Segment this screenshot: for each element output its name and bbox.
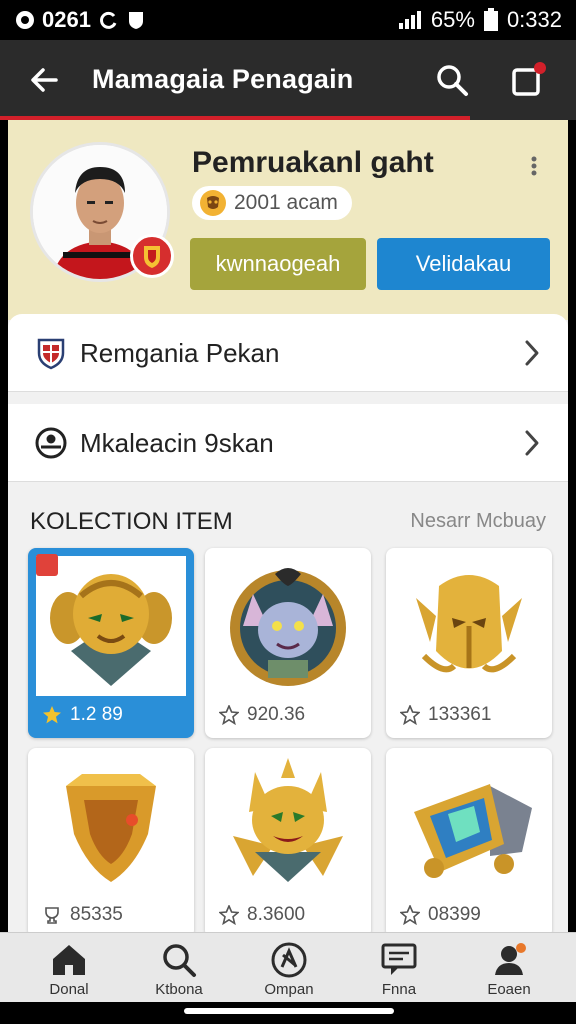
item-value: 920.36 [247,704,306,725]
coin-icon [200,190,226,216]
profile-name: Pemruakanl gaht [192,146,434,179]
golden-shield-image [36,756,186,896]
item-value: 1.2 89 [70,704,123,725]
home-icon [53,945,85,975]
chevron-right-icon [525,340,539,366]
item-value: 133361 [428,704,492,725]
collection-see-more-link[interactable]: Nesarr Mcbuay [410,510,546,533]
chat-icon [381,943,417,975]
collection-title: KOLECTION ITEM [30,508,233,535]
purple-cat-badge-image [213,556,363,696]
star-icon [400,705,420,725]
bottom-nav: Donal Ktbona Ompan Fnna Eoaen [0,932,576,1002]
item-value: 8.3600 [247,904,306,925]
golden-horned-helmet-image [394,556,544,696]
primary-action-button[interactable]: kwnnaogeah [190,238,366,290]
nav-search[interactable]: Ktbona [124,941,234,998]
golden-robot-mask-image [36,556,186,696]
points-badge: 2001 acam [192,186,352,220]
menu-row-label: Mkaleacin 9skan [80,428,274,458]
page-title: Mamagaia Penagain [92,64,354,94]
club-emblem-icon [130,234,174,278]
nav-label: Ktbona [155,981,203,998]
app-bar: Mamagaia Penagain [0,40,576,120]
item-value: 08399 [428,904,481,925]
shield-status-icon [128,12,143,29]
nav-label: Fnna [381,981,417,998]
nav-home[interactable]: Donal [14,941,124,998]
nav-profile[interactable]: Eoaen [454,941,564,998]
search-icon[interactable] [434,62,470,98]
signal-icon [398,11,421,29]
collection-item[interactable]: 1.2 89 [28,548,194,738]
star-icon [400,905,420,925]
item-value: 85335 [70,904,123,925]
gem-cannon-image [394,756,544,896]
secondary-action-button[interactable]: Velidakau [377,238,550,290]
points-value: 2001 acam [234,191,338,214]
profile-card: Pemruakanl gaht 2001 acam kwnnaogeah Vel… [8,120,568,320]
home-indicator[interactable] [184,1008,394,1014]
star-icon [219,705,239,725]
golden-cat-emblem-image [213,756,363,896]
search-icon [163,944,196,977]
status-left-text: 0261 [42,7,91,32]
status-bar: 0261 65% 0:332 [0,0,576,40]
nav-label: Donal [49,981,89,998]
shield-icon [37,338,65,370]
sync-icon [99,11,117,29]
menu-row-skan[interactable]: Mkaleacin 9skan [8,404,568,482]
nav-compass[interactable]: Ompan [234,941,344,998]
rarity-tag-icon [36,554,58,576]
nav-chat[interactable]: Fnna [344,941,454,998]
main-content: Pemruakanl gaht 2001 acam kwnnaogeah Vel… [8,120,568,932]
battery-icon [483,8,498,31]
star-icon [43,706,61,724]
nav-label: Ompan [264,981,314,998]
status-time: 0:332 [506,7,562,32]
chevron-right-icon [525,430,539,456]
trophy-icon [45,907,59,924]
compass-icon [271,942,307,978]
collection-item[interactable]: 8.3600 [205,748,371,932]
menu-row-pekan[interactable]: Remgania Pekan [8,314,568,392]
notification-icon [16,11,34,29]
more-options-icon[interactable] [528,154,540,178]
collection-item[interactable]: 920.36 [205,548,371,738]
back-arrow-icon[interactable] [26,62,62,98]
collection-item[interactable]: 85335 [28,748,194,932]
profile-icon [495,943,526,975]
collection-item[interactable]: 08399 [386,748,552,932]
system-home-bar [0,1002,576,1024]
collection-item[interactable]: 133361 [386,548,552,738]
menu-row-label: Remgania Pekan [80,338,280,368]
star-icon [219,905,239,925]
circle-user-icon [35,427,67,459]
notification-edit-icon[interactable] [508,60,548,100]
nav-label: Eoaen [487,981,531,998]
battery-percent: 65% [430,7,475,32]
